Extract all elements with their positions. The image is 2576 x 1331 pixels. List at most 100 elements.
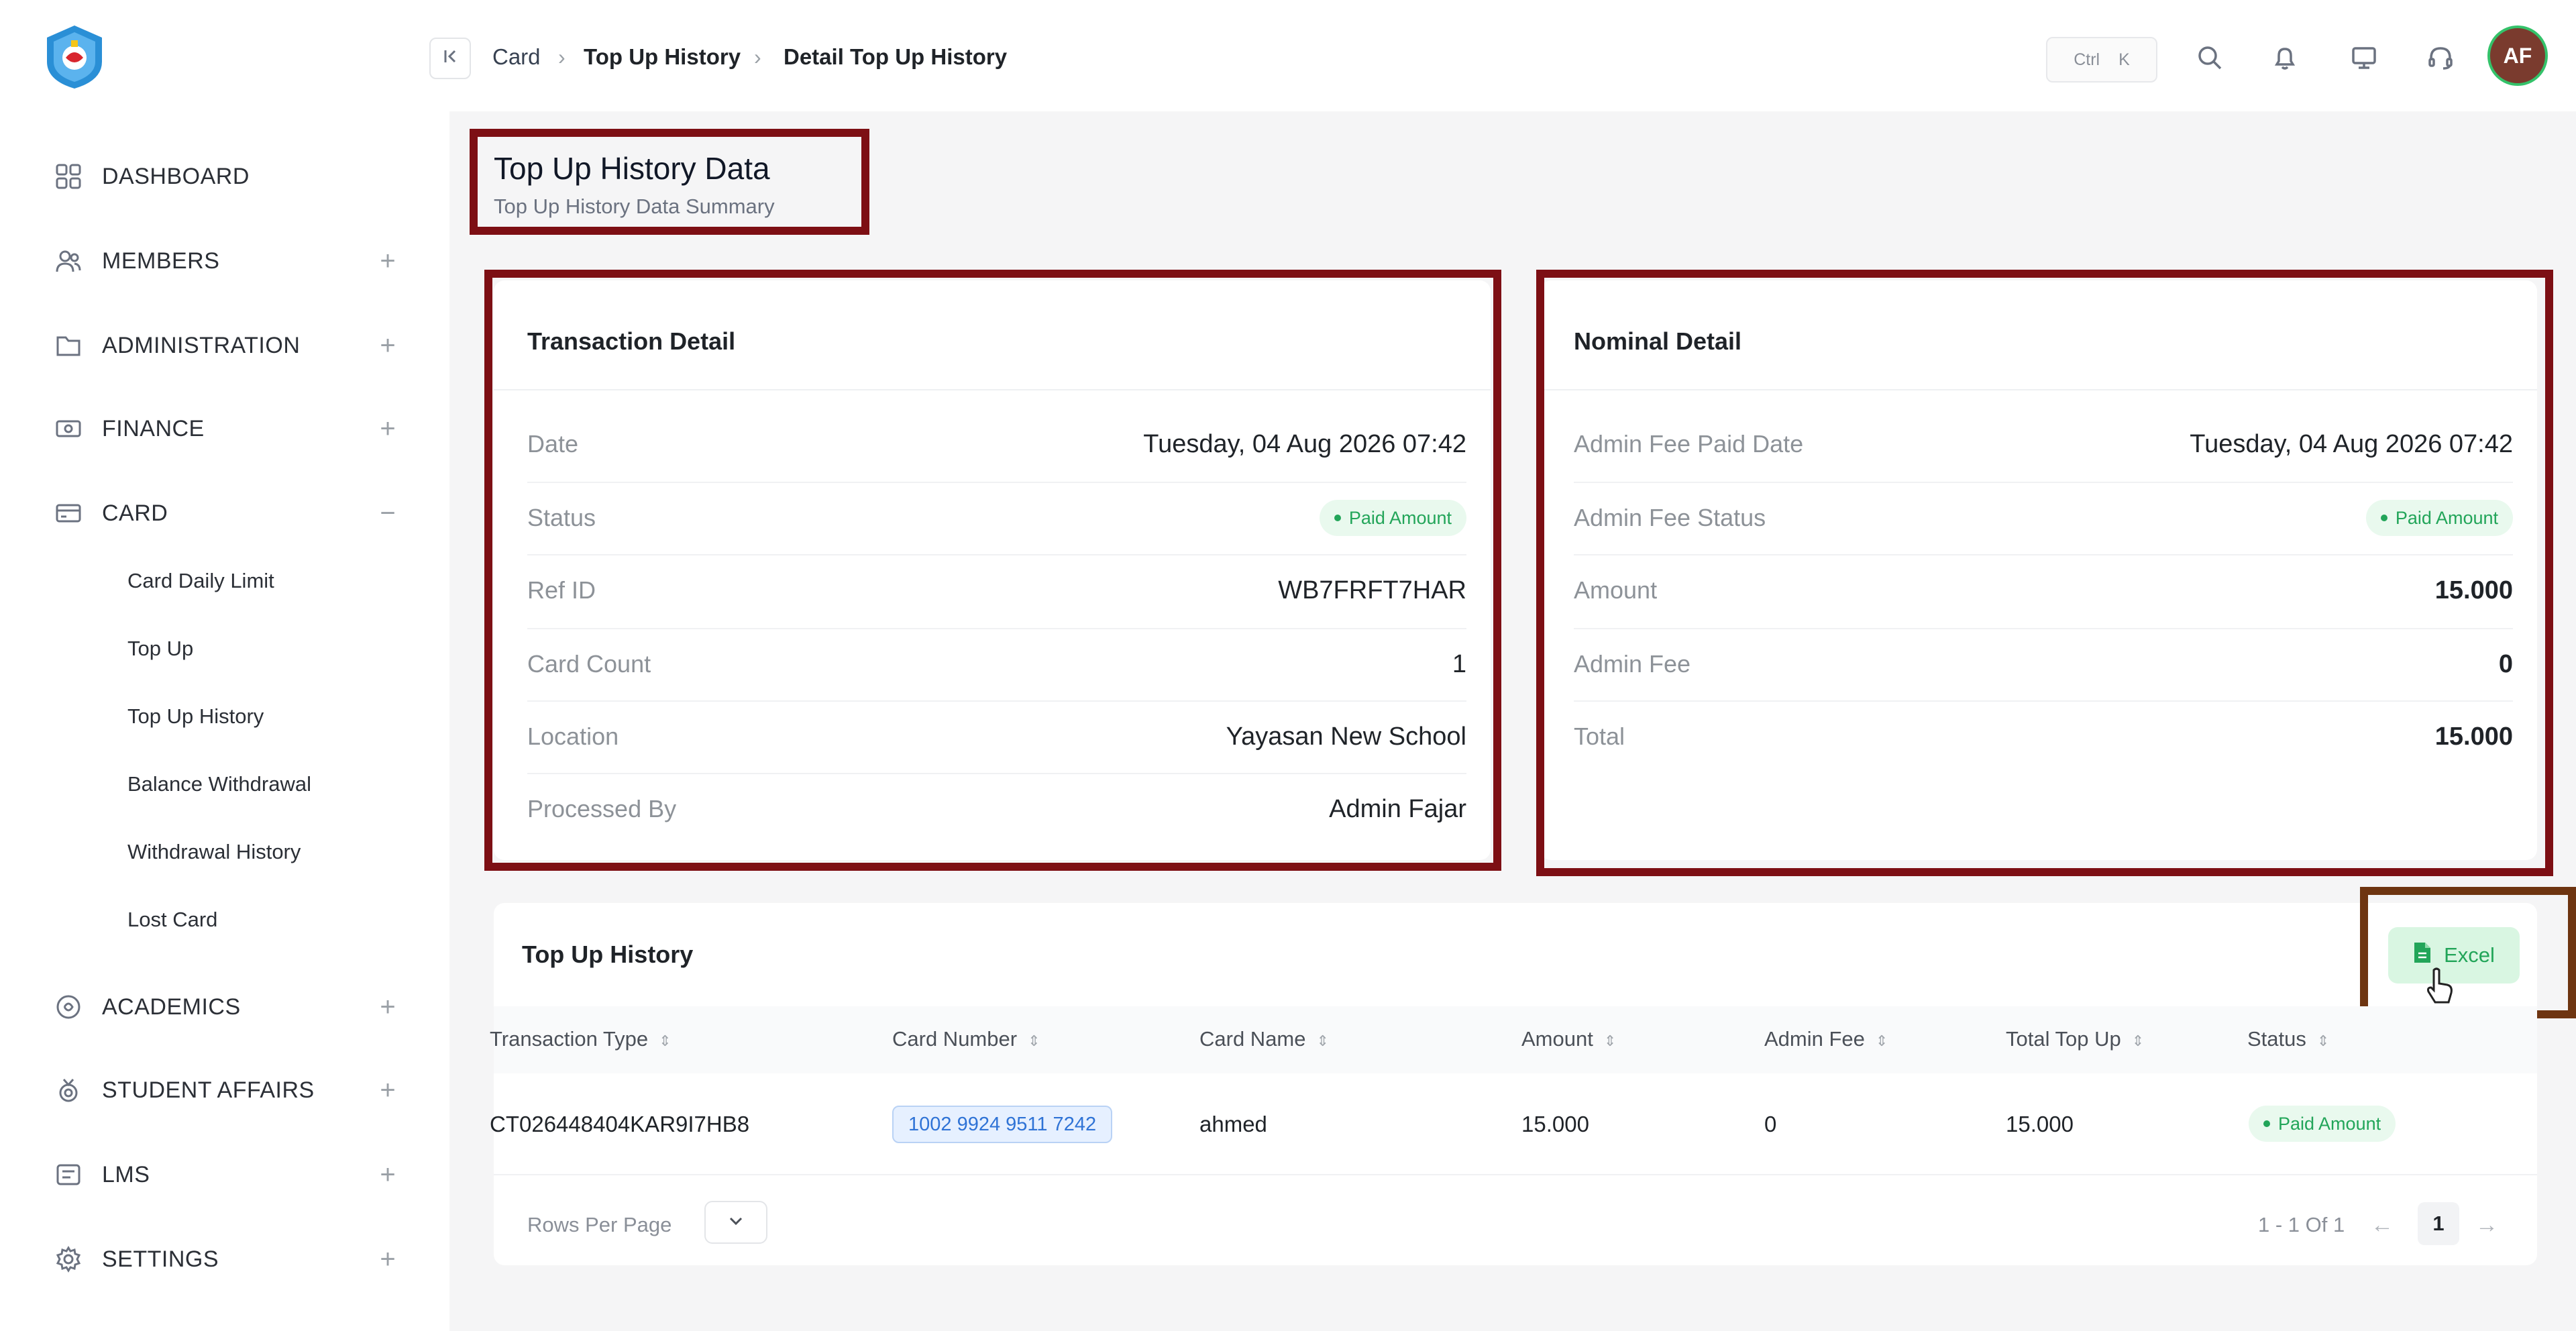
column-header-label: Card Number bbox=[892, 1027, 1018, 1051]
sort-icon[interactable]: ⇕ bbox=[2132, 1032, 2144, 1049]
collapse-left-icon bbox=[441, 48, 459, 70]
sidebar-subitem-top-up[interactable]: Top Up bbox=[127, 629, 193, 669]
row-label: Location bbox=[527, 723, 619, 750]
headset-icon[interactable] bbox=[2422, 39, 2459, 76]
column-header-label: Status bbox=[2247, 1027, 2306, 1051]
column-header-transaction-type[interactable]: Transaction Type ⇕ bbox=[490, 1024, 672, 1055]
prev-page-arrow-icon[interactable]: ← bbox=[2371, 1205, 2394, 1245]
sidebar-item-label: ADMINISTRATION bbox=[102, 332, 301, 358]
sidebar-item-card[interactable]: CARD − bbox=[52, 490, 401, 537]
sidebar-item-dashboard[interactable]: DASHBOARD bbox=[52, 153, 401, 200]
pagination-info: 1 - 1 Of 1 bbox=[2258, 1213, 2345, 1236]
shortcut-ctrl: Ctrl bbox=[2074, 50, 2100, 69]
sidebar-subitem-top-up-history[interactable]: Top Up History bbox=[127, 696, 264, 737]
status-dot-icon bbox=[2380, 515, 2387, 521]
sidebar-item-finance[interactable]: FINANCE + bbox=[52, 405, 401, 452]
cell-status: Paid Amount bbox=[2249, 1106, 2396, 1142]
detail-row-card-count: Card Count 1 bbox=[527, 628, 1466, 700]
rows-per-page-select[interactable] bbox=[704, 1201, 767, 1244]
sidebar-item-settings[interactable]: SETTINGS + bbox=[52, 1236, 401, 1283]
detail-row-processed-by: Processed By Admin Fajar bbox=[527, 773, 1466, 845]
row-label: Status bbox=[527, 504, 596, 531]
money-icon bbox=[52, 413, 85, 445]
sort-icon[interactable]: ⇕ bbox=[2317, 1032, 2329, 1049]
transaction-detail-card: Transaction Detail Date Tuesday, 04 Aug … bbox=[494, 280, 1491, 860]
page-number-button[interactable]: 1 bbox=[2418, 1202, 2459, 1245]
detail-row-status: Status Paid Amount bbox=[527, 482, 1466, 554]
expand-toggle[interactable]: + bbox=[374, 992, 401, 1022]
column-header-status[interactable]: Status ⇕ bbox=[2247, 1024, 2329, 1055]
sidebar-subitem-lost-card[interactable]: Lost Card bbox=[127, 900, 217, 940]
sidebar-item-academics[interactable]: ACADEMICS + bbox=[52, 983, 401, 1030]
detail-row-ref-id: Ref ID WB7FRFT7HAR bbox=[527, 554, 1466, 627]
column-header-label: Amount bbox=[1521, 1027, 1593, 1051]
column-header-label: Total Top Up bbox=[2006, 1027, 2121, 1051]
sort-icon[interactable]: ⇕ bbox=[659, 1032, 671, 1049]
search-icon[interactable] bbox=[2191, 39, 2229, 76]
detail-row-date: Date Tuesday, 04 Aug 2026 07:42 bbox=[527, 408, 1466, 480]
next-page-arrow-icon[interactable]: → bbox=[2475, 1205, 2498, 1245]
app-root: DASHBOARD MEMBERS + ADMINISTRATION + FIN… bbox=[0, 0, 2576, 1331]
status-badge: Paid Amount bbox=[2249, 1106, 2396, 1142]
status-badge-label: Paid Amount bbox=[2278, 1113, 2381, 1134]
page-title: Top Up History Data bbox=[494, 151, 770, 186]
column-header-admin-fee[interactable]: Admin Fee ⇕ bbox=[1764, 1024, 1888, 1055]
status-badge-label: Paid Amount bbox=[1348, 507, 1452, 528]
page-subtitle: Top Up History Data Summary bbox=[494, 195, 775, 218]
bell-icon[interactable] bbox=[2266, 39, 2304, 76]
lms-icon bbox=[52, 1159, 85, 1191]
cell-card-number[interactable]: 1002 9924 9511 7242 bbox=[892, 1106, 1113, 1143]
sidebar-item-administration[interactable]: ADMINISTRATION + bbox=[52, 322, 401, 369]
sort-icon[interactable]: ⇕ bbox=[1028, 1032, 1040, 1049]
collapse-toggle[interactable]: − bbox=[374, 498, 401, 529]
sidebar-subitem-withdrawal-history[interactable]: Withdrawal History bbox=[127, 832, 301, 872]
sidebar-item-label: MEMBERS bbox=[102, 248, 220, 274]
nominal-row-admin-fee-paid-date: Admin Fee Paid Date Tuesday, 04 Aug 2026… bbox=[1574, 408, 2513, 480]
users-icon bbox=[52, 245, 85, 277]
expand-toggle[interactable]: + bbox=[374, 331, 401, 361]
sidebar-item-members[interactable]: MEMBERS + bbox=[52, 237, 401, 284]
row-label: Date bbox=[527, 430, 579, 458]
column-header-amount[interactable]: Amount ⇕ bbox=[1521, 1024, 1616, 1055]
row-label: Amount bbox=[1574, 576, 1658, 604]
avatar[interactable]: AF bbox=[2487, 25, 2548, 86]
medal-icon bbox=[52, 1074, 85, 1106]
sort-icon[interactable]: ⇕ bbox=[1604, 1032, 1616, 1049]
sidebar-item-label: FINANCE bbox=[102, 415, 205, 441]
column-header-card-number[interactable]: Card Number ⇕ bbox=[892, 1024, 1040, 1055]
row-value: WB7FRFT7HAR bbox=[1278, 576, 1466, 604]
row-value: 15.000 bbox=[2434, 576, 2513, 604]
sidebar-subitem-balance-withdrawal[interactable]: Balance Withdrawal bbox=[127, 764, 311, 804]
sidebar-item-label: ACADEMICS bbox=[102, 994, 241, 1020]
cell-amount: 15.000 bbox=[1521, 1112, 1589, 1136]
row-value: Yayasan New School bbox=[1226, 722, 1466, 751]
sidebar-item-lms[interactable]: LMS + bbox=[52, 1151, 401, 1198]
expand-toggle[interactable]: + bbox=[374, 1075, 401, 1106]
sidebar-collapse-button[interactable] bbox=[429, 38, 471, 79]
app-logo[interactable] bbox=[40, 23, 109, 91]
search-shortcut-hint[interactable]: Ctrl K bbox=[2046, 37, 2157, 83]
top-up-history-card bbox=[494, 903, 2537, 1265]
expand-toggle[interactable]: + bbox=[374, 1244, 401, 1275]
sidebar-subitem-card-daily-limit[interactable]: Card Daily Limit bbox=[127, 561, 274, 601]
expand-toggle[interactable]: + bbox=[374, 414, 401, 444]
sort-icon[interactable]: ⇕ bbox=[1317, 1032, 1329, 1049]
column-header-total-top-up[interactable]: Total Top Up ⇕ bbox=[2006, 1024, 2144, 1055]
column-header-card-name[interactable]: Card Name ⇕ bbox=[1199, 1024, 1329, 1055]
breadcrumb-top-up-history[interactable]: Top Up History bbox=[584, 40, 741, 74]
monitor-icon[interactable] bbox=[2345, 39, 2383, 76]
sort-icon[interactable]: ⇕ bbox=[1876, 1032, 1888, 1049]
cell-transaction-type: CT026448404KAR9I7HB8 bbox=[490, 1112, 750, 1136]
sidebar-item-student-affairs[interactable]: STUDENT AFFAIRS + bbox=[52, 1067, 401, 1114]
row-value: 1 bbox=[1452, 649, 1466, 678]
detail-row-location: Location Yayasan New School bbox=[527, 700, 1466, 773]
breadcrumb-card[interactable]: Card bbox=[492, 40, 541, 74]
nominal-row-total: Total 15.000 bbox=[1574, 700, 2513, 773]
table-header bbox=[494, 1006, 2537, 1073]
expand-toggle[interactable]: + bbox=[374, 1160, 401, 1190]
expand-toggle[interactable]: + bbox=[374, 246, 401, 276]
chevron-down-icon bbox=[728, 1216, 744, 1230]
sidebar: DASHBOARD MEMBERS + ADMINISTRATION + FIN… bbox=[0, 0, 449, 1331]
status-badge: Paid Amount bbox=[2365, 500, 2513, 536]
excel-button-label: Excel bbox=[2444, 943, 2495, 967]
